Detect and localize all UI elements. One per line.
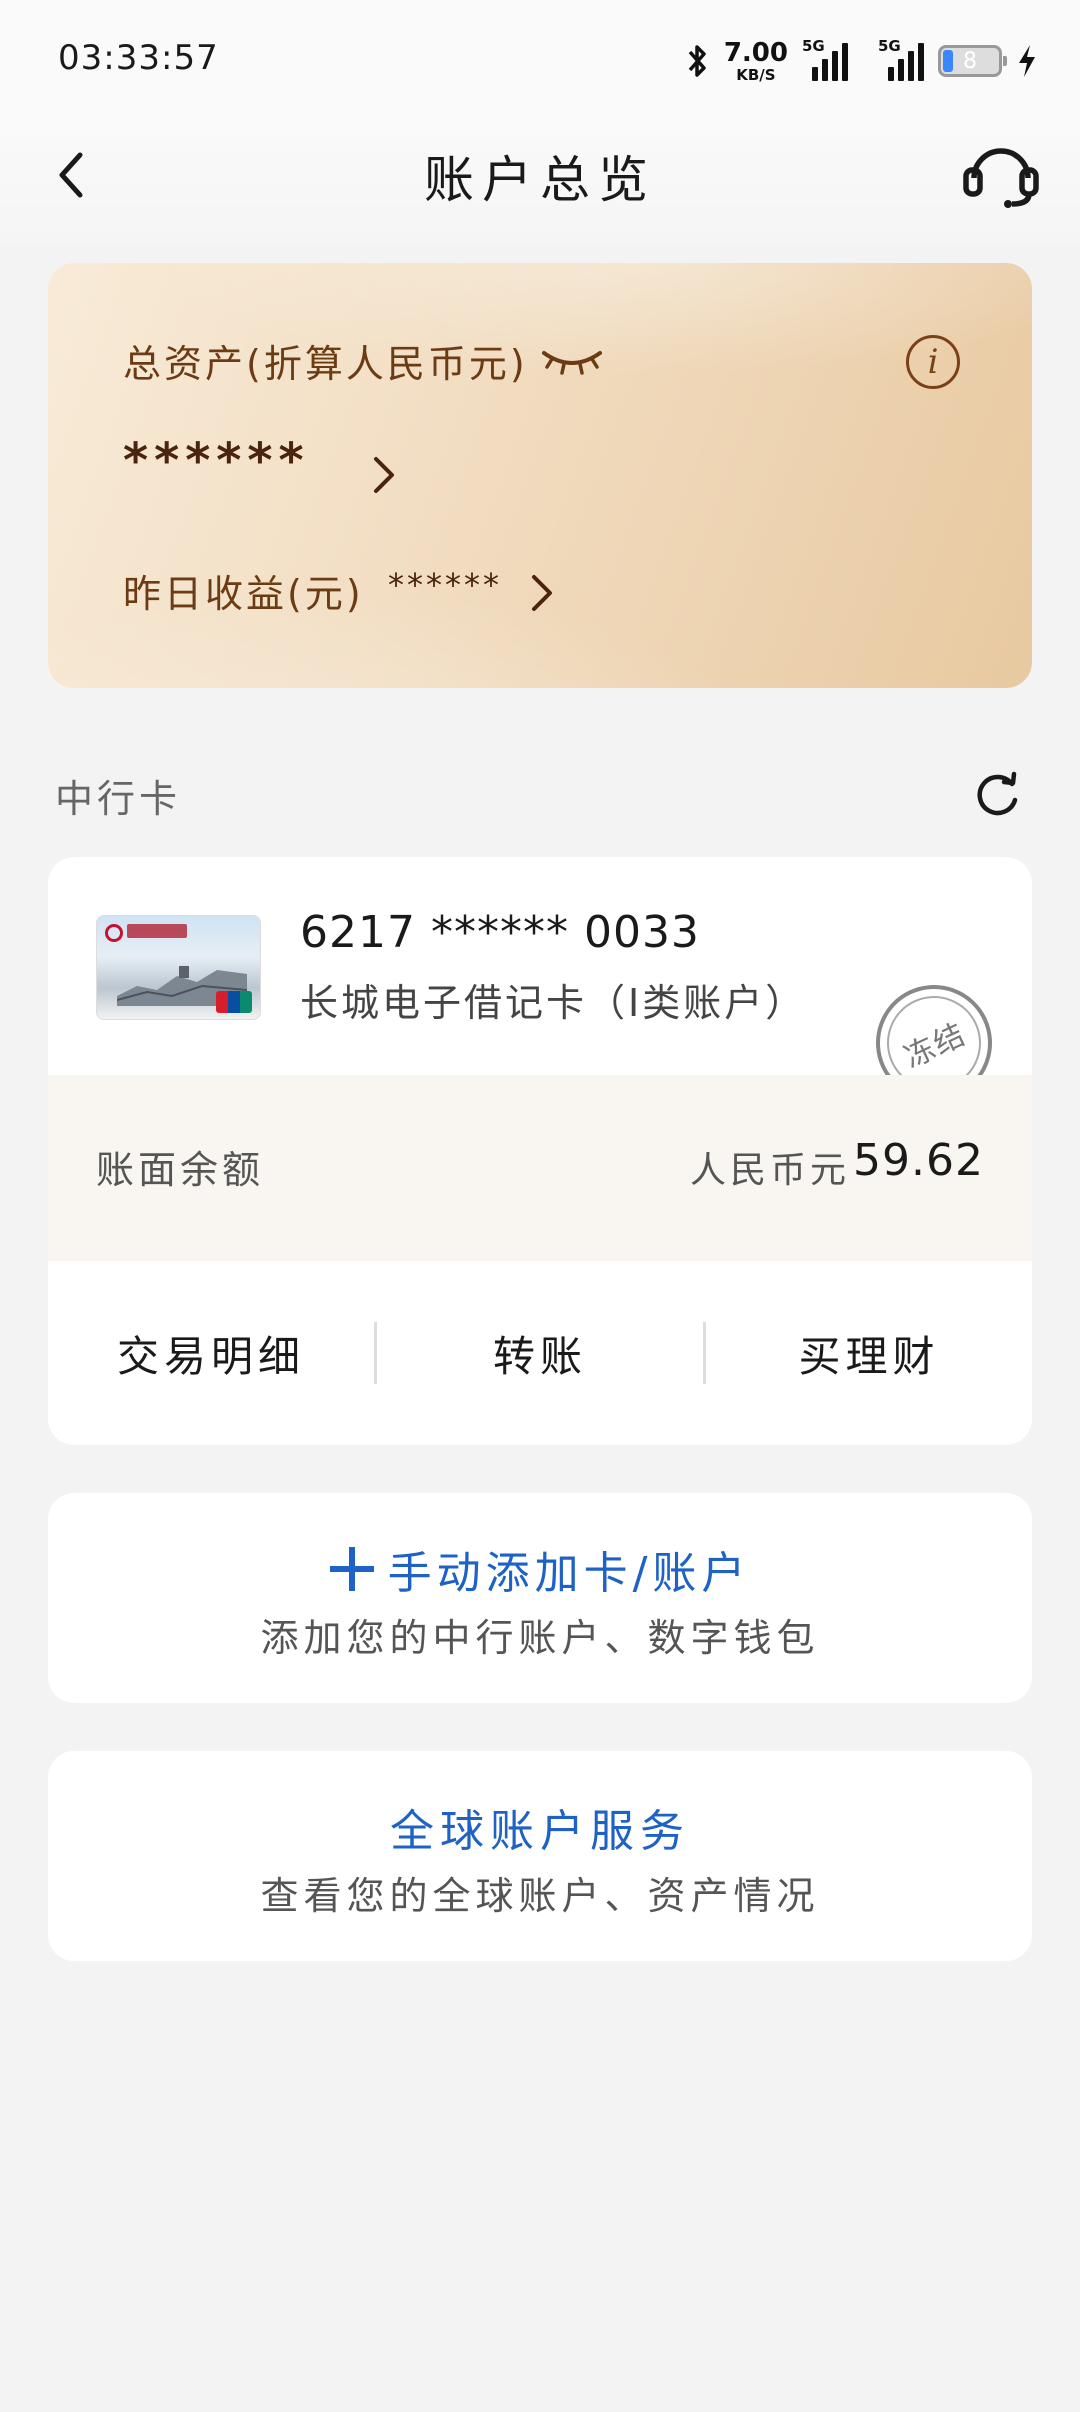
plus-icon — [329, 1547, 374, 1591]
battery-level: 8 — [963, 48, 977, 74]
net-speed-unit: KB/S — [736, 65, 776, 84]
sim2-tag: 5G — [878, 37, 901, 55]
add-account-button[interactable]: 手动添加卡/账户 — [48, 1537, 1032, 1601]
account-card[interactable]: 6217 ****** 0033 长城电子借记卡（I类账户） 冻结 账面余额 人… — [48, 857, 1032, 1445]
page-title: 账户总览 — [424, 151, 656, 209]
section-title: 中行卡 — [55, 777, 182, 821]
add-account-title: 手动添加卡/账户 — [387, 1548, 751, 1599]
yesterday-earnings-label: 昨日收益(元) — [123, 572, 364, 616]
charging-icon — [1019, 45, 1035, 77]
headset-icon — [963, 148, 1039, 208]
balance-amount: 59.62 — [853, 1135, 984, 1186]
chevron-right-icon[interactable] — [370, 453, 398, 497]
total-assets-value: ****** — [123, 433, 310, 489]
battery-icon: 8 — [938, 45, 1007, 77]
yesterday-earnings-value: ****** — [388, 566, 502, 604]
bank-logo-icon — [105, 924, 123, 942]
global-account-service-card[interactable]: 全球账户服务 查看您的全球账户、资产情况 — [48, 1751, 1032, 1961]
debit-card-image — [96, 915, 261, 1020]
bluetooth-icon — [688, 45, 706, 77]
net-speed: 7.00 KB/S — [724, 40, 788, 83]
frozen-stamp-label: 冻结 — [899, 1016, 972, 1076]
unionpay-logo-icon — [216, 991, 252, 1013]
net-speed-value: 7.00 — [723, 37, 788, 68]
sim1-tag: 5G — [802, 37, 825, 55]
global-service-title: 全球账户服务 — [390, 1806, 690, 1857]
customer-service-button[interactable] — [962, 138, 1040, 210]
balance-row: 账面余额 人民币元 59.62 — [48, 1075, 1032, 1261]
card-number: 6217 ****** 0033 — [300, 907, 700, 958]
status-time: 03:33:57 — [58, 38, 219, 78]
buy-wealth-product-button[interactable]: 买理财 — [706, 1323, 1032, 1384]
account-actions: 交易明细 转账 买理财 — [48, 1261, 1032, 1445]
eye-closed-icon[interactable] — [540, 345, 604, 377]
info-icon[interactable]: i — [906, 335, 960, 389]
card-name: 长城电子借记卡（I类账户） — [300, 981, 807, 1025]
status-bar: 03:33:57 7.00 KB/S 5G 5G 8 — [0, 0, 1080, 120]
status-indicators: 7.00 KB/S 5G 5G 8 — [686, 36, 1038, 86]
signal-icon: 5G — [868, 37, 924, 81]
total-assets-label: 总资产(折算人民币元) — [123, 342, 528, 386]
balance-currency: 人民币元 — [689, 1150, 850, 1191]
global-service-subtitle: 查看您的全球账户、资产情况 — [260, 1874, 820, 1918]
transfer-button[interactable]: 转账 — [377, 1323, 703, 1384]
refresh-icon[interactable] — [972, 770, 1022, 820]
total-assets-card: 总资产(折算人民币元) i ****** 昨日收益(元) ****** — [48, 263, 1032, 688]
balance-label: 账面余额 — [96, 1148, 265, 1192]
signal-icon: 5G — [802, 37, 854, 81]
add-account-card[interactable]: 手动添加卡/账户 添加您的中行账户、数字钱包 — [48, 1493, 1032, 1703]
transaction-details-button[interactable]: 交易明细 — [48, 1323, 374, 1384]
chevron-right-icon[interactable] — [528, 571, 556, 615]
add-account-subtitle: 添加您的中行账户、数字钱包 — [260, 1616, 820, 1660]
